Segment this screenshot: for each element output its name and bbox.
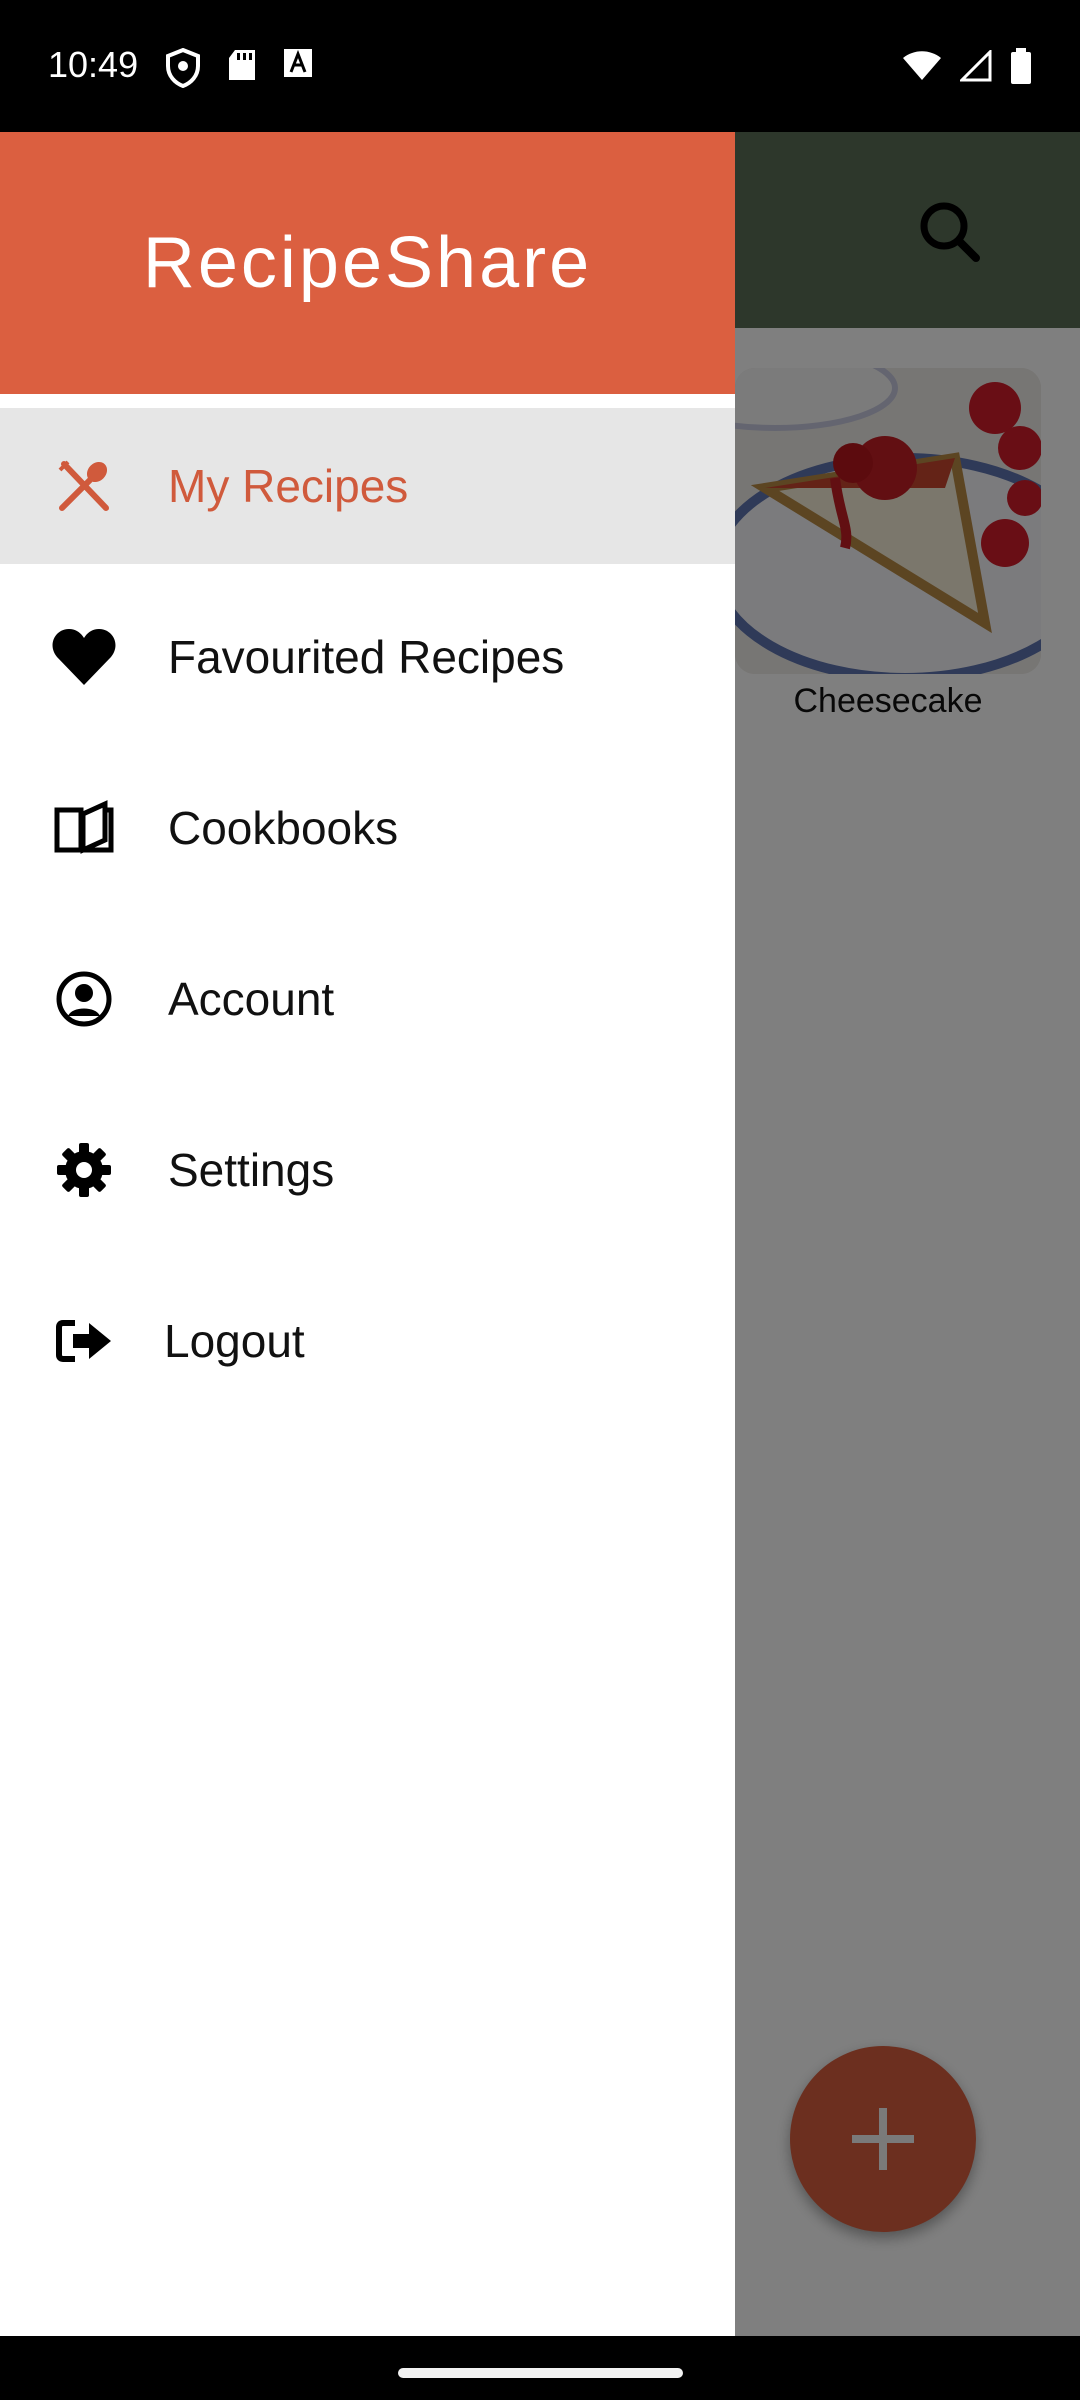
font-a-icon (283, 48, 313, 92)
account-circle-icon (50, 965, 118, 1033)
open-book-icon (50, 794, 118, 862)
drawer-item-my-recipes[interactable]: My Recipes (0, 408, 735, 564)
drawer-item-label: Cookbooks (168, 802, 399, 854)
drawer-item-label: Account (168, 973, 335, 1025)
sd-card-icon (227, 48, 257, 92)
shield-icon (165, 47, 201, 92)
app-title: RecipeShare (142, 223, 593, 303)
status-time: 10:49 (48, 44, 139, 85)
drawer-item-favourited-recipes[interactable]: Favourited Recipes (0, 579, 735, 735)
drawer-menu: My Recipes Favourited Recipes Cookbooks (0, 408, 735, 1434)
wifi-icon (902, 50, 942, 86)
heart-icon (50, 623, 118, 691)
drawer-item-label: My Recipes (168, 460, 409, 512)
navigation-drawer: RecipeShare My Recipes Favourited Recipe… (0, 132, 735, 2336)
drawer-item-settings[interactable]: Settings (0, 1092, 735, 1248)
drawer-header: RecipeShare (0, 132, 735, 394)
logout-icon (50, 1307, 118, 1375)
signal-icon (958, 48, 992, 86)
drawer-item-account[interactable]: Account (0, 921, 735, 1077)
status-system-icons (902, 48, 1032, 88)
battery-icon (1010, 48, 1032, 88)
drawer-item-label: Logout (164, 1315, 305, 1367)
drawer-item-label: Settings (168, 1144, 335, 1196)
drawer-item-logout[interactable]: Logout (0, 1263, 735, 1419)
home-indicator[interactable] (398, 2368, 683, 2378)
status-bar: 10:49 (0, 0, 1080, 132)
drawer-item-cookbooks[interactable]: Cookbooks (0, 750, 735, 906)
gear-icon (50, 1136, 118, 1204)
drawer-item-label: Favourited Recipes (168, 631, 565, 683)
fork-spoon-icon (50, 452, 118, 520)
status-notification-icons (165, 47, 313, 92)
